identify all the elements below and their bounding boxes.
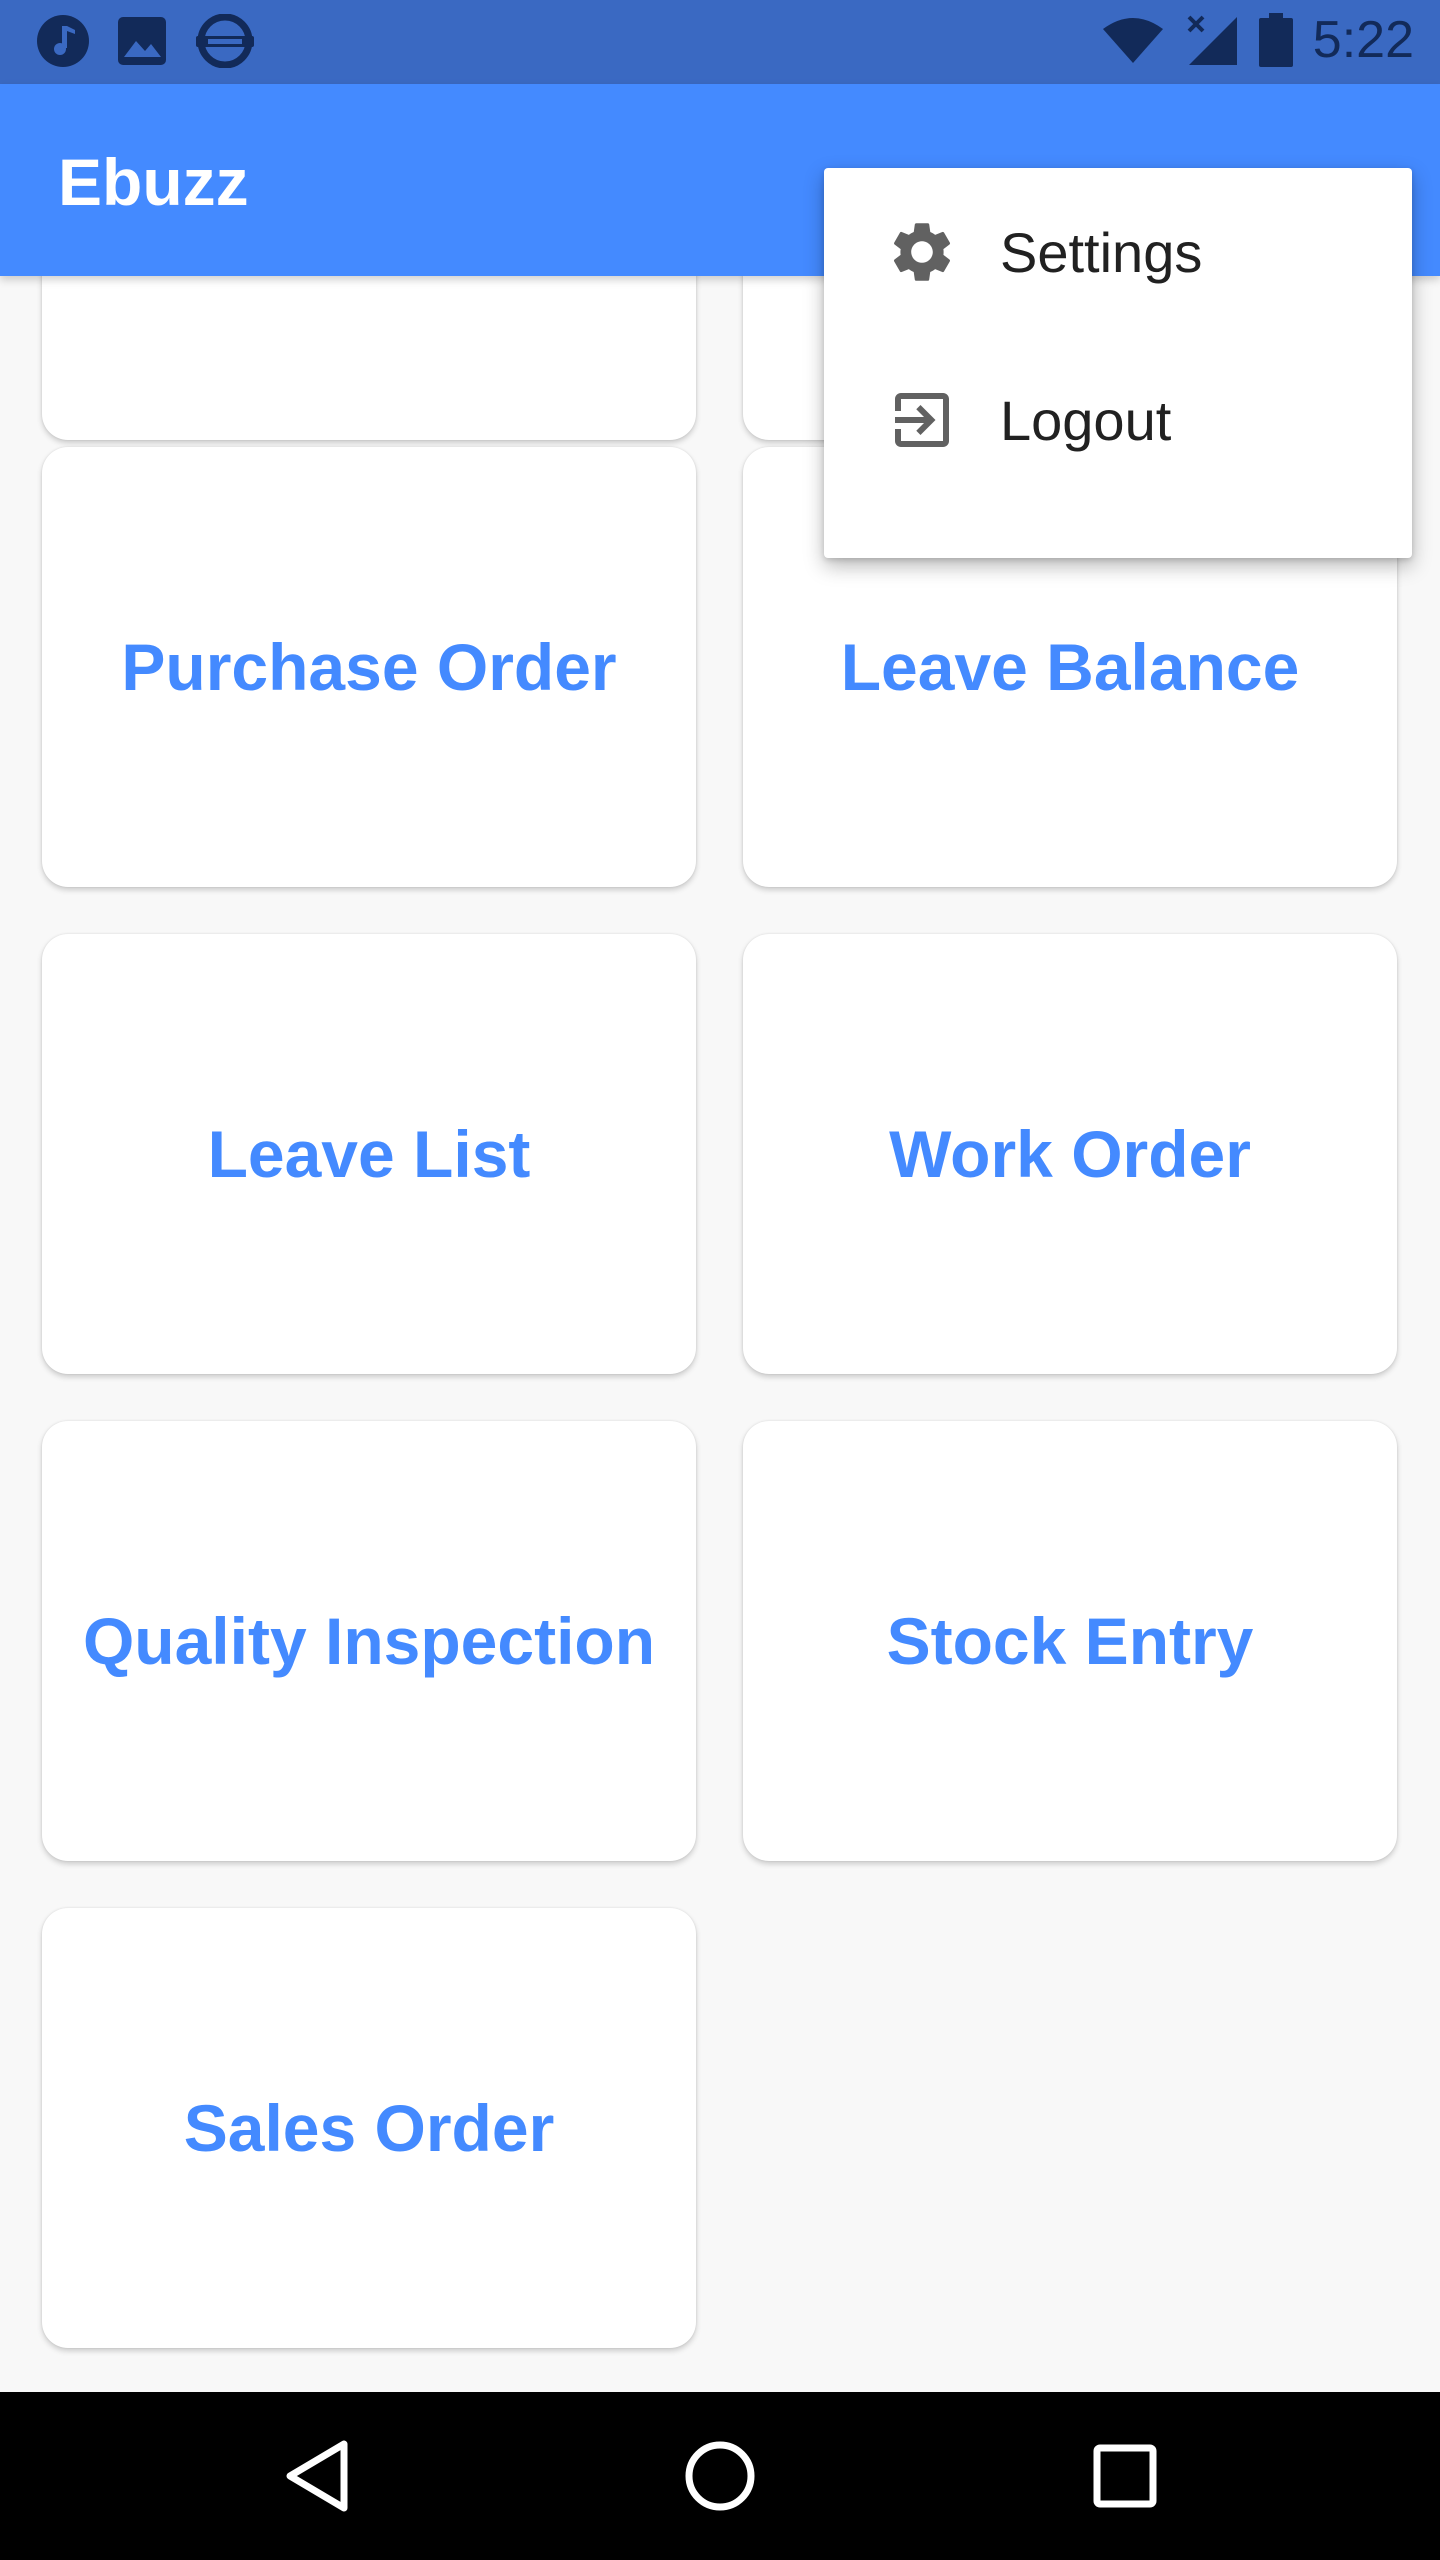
menu-item-settings[interactable]: Settings bbox=[824, 168, 1412, 336]
status-bar: 5:22 bbox=[0, 0, 1440, 84]
quality-inspection-tile[interactable]: Quality Inspection bbox=[42, 1421, 696, 1861]
logout-icon bbox=[886, 384, 958, 456]
back-icon[interactable] bbox=[276, 2434, 360, 2518]
tile-label: Work Order bbox=[889, 1117, 1251, 1191]
tile-label: Quality Inspection bbox=[82, 1604, 656, 1678]
leave-list-tile[interactable]: Leave List bbox=[42, 934, 696, 1374]
tile-label: Leave Balance bbox=[840, 630, 1300, 704]
tile-label: Sales Order bbox=[183, 2091, 555, 2165]
status-time: 5:22 bbox=[1312, 11, 1414, 69]
purchase-order-tile[interactable]: Purchase Order bbox=[42, 447, 696, 887]
module-tile[interactable] bbox=[42, 276, 696, 440]
menu-item-label: Logout bbox=[1000, 388, 1172, 452]
music-note-icon bbox=[36, 14, 90, 68]
sales-order-tile[interactable]: Sales Order bbox=[42, 1908, 696, 2348]
wifi-icon bbox=[1101, 15, 1165, 65]
app-title: Ebuzz bbox=[58, 145, 249, 219]
navigation-bar bbox=[0, 2392, 1440, 2560]
gear-icon bbox=[886, 216, 958, 288]
tile-label: Stock Entry bbox=[886, 1604, 1254, 1678]
menu-item-logout[interactable]: Logout bbox=[824, 336, 1412, 504]
overflow-menu: Settings Logout bbox=[824, 168, 1412, 558]
tile-label: Purchase Order bbox=[121, 630, 617, 704]
menu-item-label: Settings bbox=[1000, 220, 1203, 284]
home-icon[interactable] bbox=[678, 2434, 762, 2518]
tile-label: Leave List bbox=[207, 1117, 531, 1191]
stock-entry-tile[interactable]: Stock Entry bbox=[743, 1421, 1397, 1861]
work-order-tile[interactable]: Work Order bbox=[743, 934, 1397, 1374]
recents-icon[interactable] bbox=[1083, 2434, 1167, 2518]
module-grid: Purchase Order Leave Balance Leave List … bbox=[0, 276, 1440, 2392]
signal-no-data-icon bbox=[1185, 13, 1239, 67]
subway-icon bbox=[194, 14, 256, 68]
battery-icon bbox=[1258, 13, 1293, 67]
image-icon bbox=[116, 15, 168, 67]
